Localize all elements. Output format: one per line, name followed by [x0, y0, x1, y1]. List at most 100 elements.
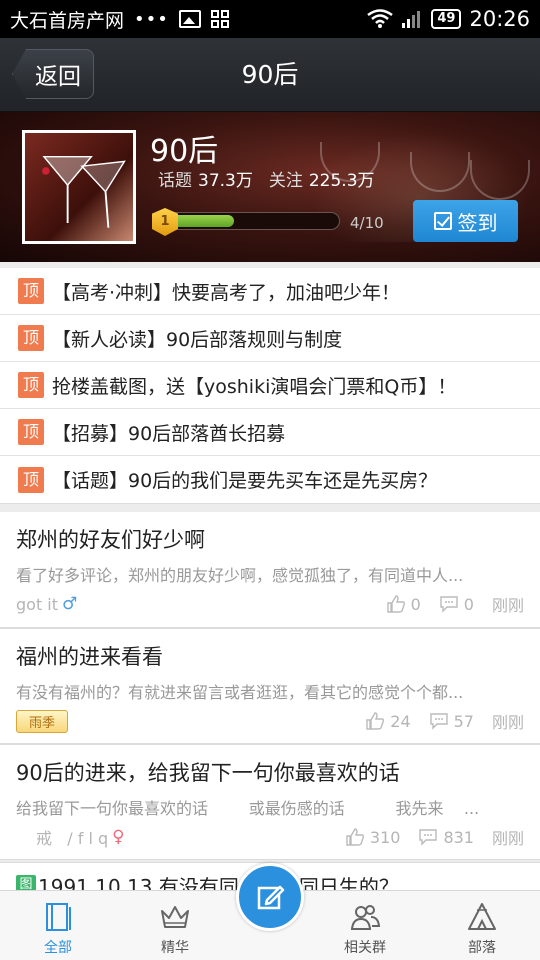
- comment-value: 0: [463, 594, 474, 614]
- post-title: 郑州的好友们好少啊: [16, 528, 205, 552]
- comment-value: 57: [453, 711, 474, 731]
- checkbox-icon: [433, 212, 452, 230]
- post-summary: 有没有福州的？有就进来留言或者逛逛，看其它的感觉个个都...: [16, 683, 464, 702]
- post-time: 刚刚: [491, 596, 524, 615]
- post-item[interactable]: 福州的进来看看 有没有福州的？有就进来留言或者逛逛，看其它的感觉个个都... 雨…: [0, 628, 540, 744]
- glass-decoration: [470, 160, 530, 200]
- pinned-title: 【话题】90后的我们是要先买车还是先买房？: [52, 470, 438, 492]
- crown-icon: [161, 906, 189, 928]
- pinned-item[interactable]: 顶 【话题】90后的我们是要先买车还是先买房？: [0, 456, 540, 503]
- follow-value: 225.3万: [308, 171, 375, 191]
- pinned-item[interactable]: 顶 【招募】90后部落酋长招募: [0, 409, 540, 456]
- nav-tribe[interactable]: 部落: [432, 891, 532, 960]
- post-item[interactable]: 郑州的好友们好少啊 看了好多评论，郑州的朋友好少啊，感觉孤独了，有同道中人...…: [0, 512, 540, 628]
- wifi-icon: [367, 9, 394, 28]
- like-value: 0: [410, 594, 421, 614]
- pinned-title: 【新人必读】90后部落规则与制度: [52, 328, 343, 351]
- author-name: got it: [16, 594, 59, 614]
- pinned-title: 【招募】90后部落酋长招募: [52, 422, 286, 445]
- group-stats: 话题 37.3万 关注 225.3万: [158, 166, 375, 191]
- pin-tag: 顶: [18, 278, 44, 304]
- comment-value: 831: [443, 827, 474, 847]
- glass-decoration: [410, 152, 470, 192]
- comment-count[interactable]: 57: [429, 712, 474, 731]
- signal-icon: [402, 11, 421, 28]
- qr-icon: [210, 10, 229, 28]
- post-summary: 给我留下一句你最喜欢的话 或最伤感的话 我先来 ...: [16, 799, 480, 818]
- picture-icon: [178, 10, 201, 28]
- comment-icon: [419, 829, 438, 846]
- thumbs-up-icon: [386, 595, 405, 613]
- pin-tag: 顶: [18, 325, 44, 351]
- topics-value: 37.3万: [198, 171, 253, 191]
- group-header: 90后 话题 37.3万 关注 225.3万 1 4/10 签到: [0, 112, 540, 262]
- like-count[interactable]: 24: [365, 711, 411, 731]
- topics-label: 话题: [158, 171, 192, 191]
- nav-all[interactable]: 全部: [8, 891, 108, 960]
- comment-icon: [440, 596, 458, 613]
- follow-stat: 关注 225.3万: [269, 166, 375, 191]
- book-icon: [46, 903, 71, 931]
- author-name: 戒 / f l q: [36, 829, 109, 848]
- battery-icon: 49: [431, 9, 462, 29]
- signin-label: 签到: [457, 210, 498, 235]
- nav-groups-label: 相关群: [344, 940, 386, 956]
- pinned-item[interactable]: 顶 【新人必读】90后部落规则与制度: [0, 315, 540, 362]
- pin-tag: 顶: [18, 419, 44, 445]
- pinned-title: 抢楼盖截图，送【yoshiki演唱会门票和Q币】！: [52, 375, 457, 398]
- status-bar: 大石首房产网 ••• 49 20:26: [0, 0, 540, 38]
- pin-tag: 顶: [18, 372, 44, 398]
- post-title: 90后的进来，给我留下一句你最喜欢的话: [16, 761, 400, 785]
- compose-button[interactable]: [236, 863, 304, 931]
- people-icon: [350, 905, 381, 930]
- like-count[interactable]: 0: [386, 595, 421, 614]
- pinned-item[interactable]: 顶 【高考·冲刺】快要高考了，加油吧少年！: [0, 268, 540, 315]
- level-progress: 1: [152, 208, 342, 236]
- post-time: 刚刚: [491, 713, 524, 732]
- nav-featured-label: 精华: [161, 940, 189, 956]
- follow-label: 关注: [268, 171, 303, 191]
- nav-groups[interactable]: 相关群: [315, 891, 415, 960]
- status-dots: •••: [134, 8, 169, 30]
- post-time: 刚刚: [491, 829, 524, 848]
- nav-tribe-label: 部落: [468, 940, 496, 956]
- comment-count[interactable]: 0: [439, 595, 474, 614]
- signin-button[interactable]: 签到: [413, 200, 518, 242]
- bottom-nav: 全部 精华 相关群 部落: [0, 863, 540, 960]
- tent-icon: [468, 903, 496, 930]
- pinned-list: 顶 【高考·冲刺】快要高考了，加油吧少年！ 顶 【新人必读】90后部落规则与制度…: [0, 268, 540, 504]
- post-item[interactable]: 90后的进来，给我留下一句你最喜欢的话 给我留下一句你最喜欢的话 或最伤感的话 …: [0, 744, 540, 860]
- like-value: 24: [390, 711, 411, 731]
- nav-all-label: 全部: [44, 940, 72, 956]
- pinned-title: 【高考·冲刺】快要高考了，加油吧少年！: [52, 281, 401, 304]
- comment-count[interactable]: 831: [418, 828, 474, 847]
- post-author[interactable]: 戒 / f l q ♀: [16, 825, 125, 849]
- like-value: 310: [369, 827, 401, 847]
- male-icon: ♂: [62, 594, 78, 614]
- group-cover-image[interactable]: [22, 130, 136, 244]
- post-meta: 戒 / f l q ♀ 310 831 刚刚: [16, 825, 524, 849]
- author-badge[interactable]: 雨季: [16, 709, 69, 733]
- back-button[interactable]: 返回: [12, 49, 94, 99]
- post-list: 郑州的好友们好少啊 看了好多评论，郑州的朋友好少啊，感觉孤独了，有同道中人...…: [0, 512, 540, 860]
- nav-featured[interactable]: 精华: [125, 891, 225, 960]
- progress-track: [162, 212, 340, 230]
- group-name: 90后: [150, 134, 219, 169]
- pinned-item[interactable]: 顶 抢楼盖截图，送【yoshiki演唱会门票和Q币】！: [0, 362, 540, 409]
- thumbs-up-icon: [366, 712, 385, 730]
- edit-icon: [257, 885, 285, 910]
- title-bar: 90后 返回: [0, 38, 540, 112]
- thumbs-up-icon: [346, 828, 364, 846]
- post-meta: 雨季 24 57 刚刚: [16, 709, 524, 733]
- progress-count: 4/10: [350, 214, 384, 232]
- comment-icon: [429, 713, 448, 730]
- topics-stat: 话题 37.3万: [158, 166, 253, 191]
- post-meta: got it ♂ 0 0 刚刚: [16, 592, 524, 616]
- post-title: 福州的进来看看: [16, 645, 163, 669]
- post-author[interactable]: got it ♂: [16, 594, 77, 614]
- female-icon: ♀: [112, 827, 125, 847]
- level-badge: 1: [152, 208, 178, 236]
- like-count[interactable]: 310: [345, 827, 401, 847]
- status-time: 20:26: [469, 7, 530, 31]
- pin-tag: 顶: [18, 466, 44, 493]
